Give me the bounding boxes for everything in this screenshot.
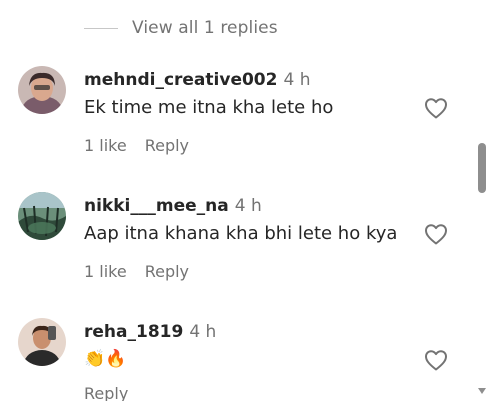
fire-emoji: 🔥 [105, 349, 127, 369]
comment-username[interactable]: nikki___mee_na [84, 196, 229, 216]
scrollbar-thumb[interactable] [478, 143, 486, 193]
comment-like-count[interactable]: 1 like [84, 262, 127, 281]
heart-outline-icon[interactable] [424, 97, 448, 119]
comment-username[interactable]: mehndi_creative002 [84, 70, 277, 90]
heart-outline-icon[interactable] [424, 349, 448, 371]
comment-like-count[interactable]: 1 like [84, 136, 127, 155]
view-replies-button[interactable]: View all 1 replies [84, 18, 278, 38]
comment-reply-button[interactable]: Reply [145, 136, 189, 155]
clapping-hands-emoji: 👏 [84, 349, 106, 369]
avatar[interactable] [18, 318, 66, 366]
replies-divider-line [84, 27, 118, 29]
comment-reply-button[interactable]: Reply [145, 262, 189, 281]
view-replies-label[interactable]: View all 1 replies [132, 18, 278, 38]
heart-outline-icon[interactable] [424, 223, 448, 245]
scroll-down-arrow-icon[interactable] [477, 386, 486, 396]
comment-text: 👏🔥 [84, 348, 126, 369]
avatar[interactable] [18, 66, 66, 114]
avatar[interactable] [18, 192, 66, 240]
comment-reply-button[interactable]: Reply [84, 384, 128, 401]
comment-timestamp: 4 h [283, 70, 311, 90]
comment-timestamp: 4 h [234, 196, 262, 216]
comment-text: Aap itna khana kha bhi lete ho kya [84, 223, 398, 244]
comment-text: Ek time me itna kha lete ho [84, 97, 334, 118]
comments-panel: View all 1 replies mehndi_creative002 4 h… [0, 0, 486, 401]
comment-timestamp: 4 h [189, 322, 217, 342]
comment-username[interactable]: reha_1819 [84, 322, 183, 342]
